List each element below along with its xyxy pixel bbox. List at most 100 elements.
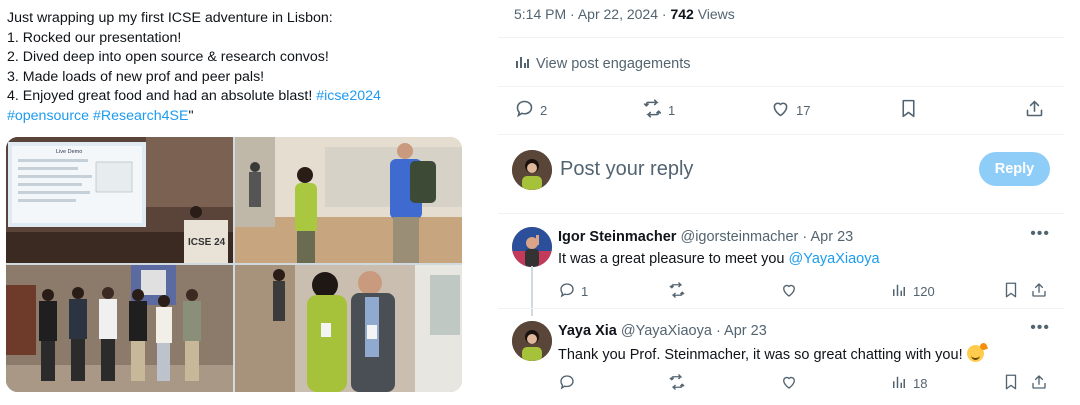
photo-portrait[interactable] <box>235 265 462 392</box>
divider <box>498 86 1064 87</box>
meta-separator: · <box>715 323 721 339</box>
views-label: Views <box>697 6 735 22</box>
like-count: 17 <box>796 102 811 118</box>
like-button[interactable]: 17 <box>770 98 810 122</box>
divider <box>498 134 1064 135</box>
share-button[interactable] <box>1030 281 1048 302</box>
tweet-line: 1. Rocked our presentation! <box>7 29 182 46</box>
hashtag-icse2024[interactable]: #icse2024 <box>316 88 381 104</box>
repost-icon <box>668 281 686 302</box>
emoji-icon <box>966 345 984 362</box>
reply-icon <box>514 98 535 122</box>
mention-link[interactable]: @YayaXiaoya <box>789 251 880 267</box>
photo-portrait-scene <box>235 265 462 392</box>
share-icon <box>1030 281 1048 302</box>
repost-icon <box>668 373 686 394</box>
reply-submit-button[interactable]: Reply <box>979 152 1050 186</box>
author-name[interactable]: Yaya Xia <box>558 323 617 339</box>
view-engagements-link[interactable]: View post engagements <box>514 54 691 74</box>
avatar[interactable] <box>512 150 552 190</box>
views-button[interactable]: 120 <box>890 281 935 302</box>
repost-button[interactable] <box>668 373 686 394</box>
reply-date[interactable]: Apr 23 <box>724 323 767 339</box>
like-icon <box>780 373 798 394</box>
reply-date[interactable]: Apr 23 <box>810 229 853 245</box>
divider <box>498 37 1064 38</box>
more-icon[interactable]: ••• <box>1030 225 1050 243</box>
bar-chart-icon <box>514 54 530 74</box>
views-count: 742 <box>670 6 694 22</box>
like-icon <box>770 98 791 122</box>
repost-icon <box>642 98 663 122</box>
author-handle[interactable]: @igorsteinmacher <box>680 229 798 245</box>
bookmark-button[interactable] <box>1002 281 1020 302</box>
photo-group-scene <box>6 265 233 392</box>
post-meta: 5:14 PM · Apr 22, 2024 · 742 Views <box>514 6 735 22</box>
hashtag-research4se[interactable]: #Research4SE <box>93 108 188 124</box>
tweet-line-end: " <box>188 107 194 124</box>
reply-count: 1 <box>581 284 589 299</box>
photo-presentation-scene: Live Demo ICSE 24 <box>6 137 233 263</box>
post-date[interactable]: Apr 22, 2024 <box>578 6 658 22</box>
views-button[interactable]: 18 <box>890 373 927 394</box>
views-count: 18 <box>913 376 928 391</box>
post-action-bar: 2 1 17 <box>514 98 1050 124</box>
reply-button[interactable]: 1 <box>558 281 588 302</box>
reply-action-bar: 1 120 <box>558 281 1048 301</box>
meta-separator: · <box>661 6 667 22</box>
reply-text-content: It was a great pleasure to meet you <box>558 251 789 267</box>
reply-count: 2 <box>540 102 548 118</box>
repost-button[interactable] <box>668 281 686 302</box>
bookmark-button[interactable] <box>898 98 919 122</box>
repost-count: 1 <box>668 102 676 118</box>
divider <box>498 308 1064 309</box>
like-icon <box>780 281 798 302</box>
photo-hallway[interactable] <box>235 137 462 263</box>
tweet-text: Just wrapping up my first ICSE adventure… <box>7 9 467 127</box>
podium-label: ICSE 24 <box>188 237 226 248</box>
bookmark-icon <box>1002 281 1020 302</box>
author-name[interactable]: Igor Steinmacher <box>558 229 676 245</box>
bookmark-icon <box>898 98 919 122</box>
photo-hallway-scene <box>235 137 462 263</box>
reply-icon <box>558 373 576 394</box>
tweet-panel: Just wrapping up my first ICSE adventure… <box>0 0 470 405</box>
reply-header: Igor Steinmacher @igorsteinmacher · Apr … <box>558 229 853 245</box>
tweet-line: Just wrapping up my first ICSE adventure… <box>7 10 333 26</box>
avatar[interactable] <box>512 227 552 267</box>
bar-chart-icon <box>890 373 908 394</box>
author-handle[interactable]: @YayaXiaoya <box>621 323 712 339</box>
reply-text: Thank you Prof. Steinmacher, it was so g… <box>558 345 984 363</box>
meta-separator: · <box>802 229 808 245</box>
photo-presentation[interactable]: Live Demo ICSE 24 <box>6 137 233 263</box>
reply-input[interactable]: Post your reply <box>560 158 693 181</box>
like-button[interactable] <box>780 373 798 394</box>
more-icon[interactable]: ••• <box>1030 319 1050 337</box>
photo-grid: Live Demo ICSE 24 <box>6 137 462 392</box>
share-icon <box>1024 98 1045 122</box>
views-count: 120 <box>913 284 935 299</box>
divider <box>498 213 1064 214</box>
hashtag-opensource[interactable]: #opensource <box>7 108 89 124</box>
reply-action-bar: 18 <box>558 373 1048 393</box>
like-button[interactable] <box>780 281 798 302</box>
tweet-line-text: 4. Enjoyed great food and had an absolut… <box>7 88 317 105</box>
reply-text: It was a great pleasure to meet you @Yay… <box>558 251 880 267</box>
bookmark-icon <box>1002 373 1020 394</box>
share-icon <box>1030 373 1048 394</box>
share-button[interactable] <box>1030 373 1048 394</box>
reply-text-content: Thank you Prof. Steinmacher, it was so g… <box>558 347 967 363</box>
photo-group[interactable] <box>6 265 233 392</box>
bookmark-button[interactable] <box>1002 373 1020 394</box>
post-time[interactable]: 5:14 PM <box>514 6 566 22</box>
reply-button[interactable] <box>558 373 576 394</box>
tweet-line: #opensource #Research4SE" <box>7 107 467 127</box>
avatar[interactable] <box>512 321 552 361</box>
share-button[interactable] <box>1024 98 1045 122</box>
meta-separator: · <box>570 6 575 22</box>
reply-header: Yaya Xia @YayaXiaoya · Apr 23 <box>558 323 767 339</box>
tweet-line: 3. Made loads of new prof and peer pals! <box>7 68 265 85</box>
repost-button[interactable]: 1 <box>642 98 675 122</box>
reply-button[interactable]: 2 <box>514 98 547 122</box>
post-detail-panel: 5:14 PM · Apr 22, 2024 · 742 Views View … <box>498 0 1064 405</box>
